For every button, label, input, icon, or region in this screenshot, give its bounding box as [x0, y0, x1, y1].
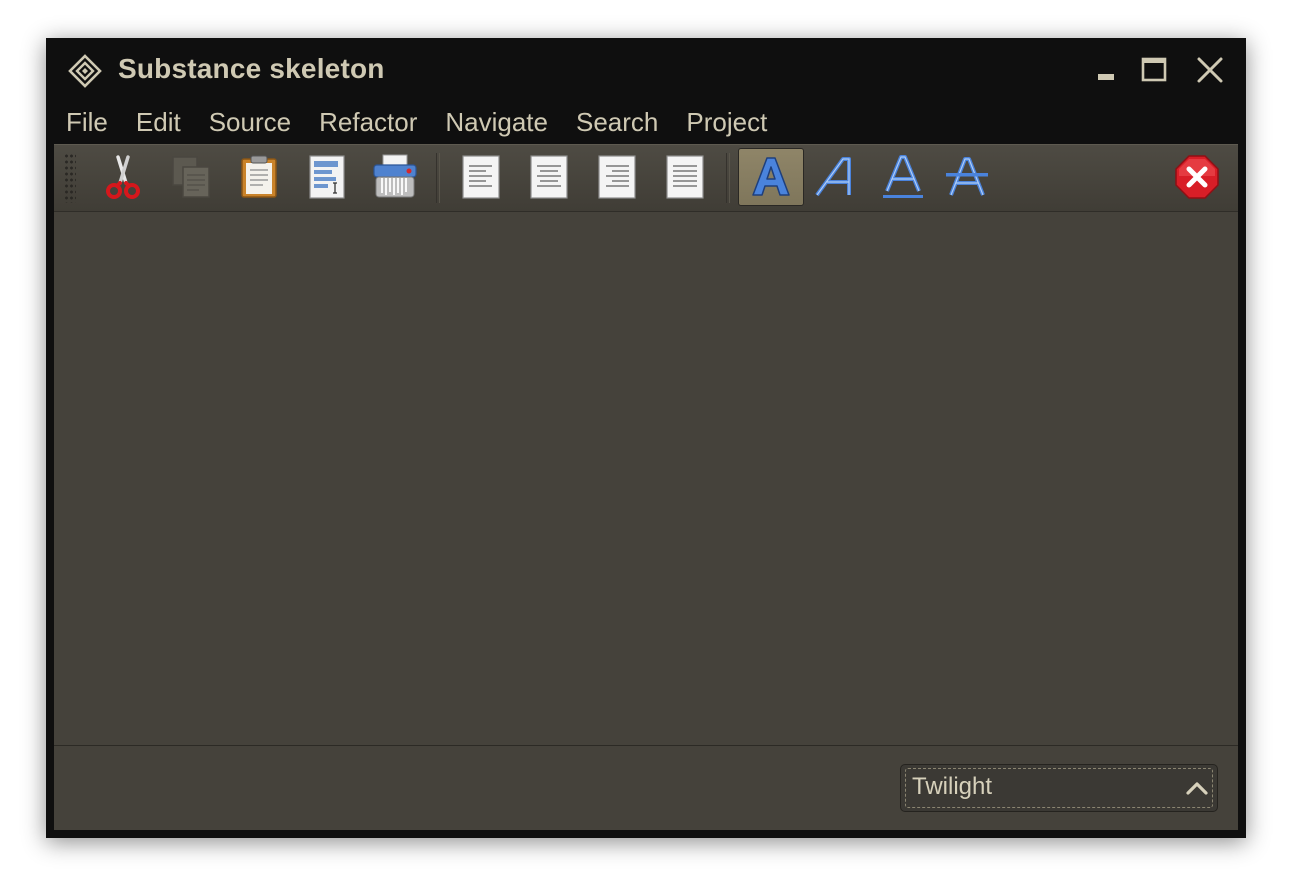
close-icon: [1197, 57, 1223, 83]
close-button[interactable]: [1194, 54, 1226, 86]
menu-bar: File Edit Source Refactor Navigate Searc…: [46, 100, 1246, 144]
align-left-button[interactable]: [450, 148, 512, 206]
strikethrough-text-icon: [946, 157, 988, 196]
toolbar-separator: [436, 153, 440, 203]
underline-text-icon: [883, 155, 923, 198]
bold-toggle-button[interactable]: [738, 148, 804, 206]
menu-source[interactable]: Source: [195, 100, 305, 144]
edit-document-button[interactable]: [296, 148, 358, 206]
app-window: Substance skeleton File Edit Source Refa…: [46, 38, 1246, 838]
maximize-icon: [1141, 57, 1167, 82]
copy-icon: [172, 156, 210, 198]
align-justify-icon: [666, 155, 704, 199]
italic-toggle-button[interactable]: [806, 148, 868, 206]
align-justify-button[interactable]: [654, 148, 716, 206]
toolbar-drag-handle[interactable]: [64, 153, 76, 203]
strikethrough-toggle-button[interactable]: [936, 148, 998, 206]
shredder-icon: [373, 154, 417, 198]
stop-button[interactable]: [1166, 148, 1228, 206]
menu-search[interactable]: Search: [562, 100, 672, 144]
italic-text-icon: [815, 157, 851, 197]
main-content-area: [54, 212, 1238, 745]
menu-project[interactable]: Project: [672, 100, 781, 144]
minimize-button[interactable]: [1090, 54, 1122, 86]
copy-button[interactable]: [160, 148, 222, 206]
align-right-icon: [598, 155, 636, 199]
stop-error-icon: [1175, 155, 1219, 199]
menu-refactor[interactable]: Refactor: [305, 100, 431, 144]
menu-edit[interactable]: Edit: [122, 100, 195, 144]
minimize-icon: [1098, 74, 1114, 80]
align-left-icon: [462, 155, 500, 199]
skin-selector-value: Twilight: [912, 773, 993, 800]
maximize-button[interactable]: [1138, 54, 1170, 86]
status-bar: Twilight: [54, 745, 1238, 830]
title-bar[interactable]: Substance skeleton: [46, 38, 1246, 100]
chevron-up-icon: [1186, 782, 1208, 795]
paste-button[interactable]: [228, 148, 290, 206]
app-diamond-icon: [68, 54, 102, 88]
align-center-icon: [530, 155, 568, 199]
underline-toggle-button[interactable]: [872, 148, 934, 206]
skin-selector-combobox[interactable]: Twilight: [900, 764, 1218, 812]
align-center-button[interactable]: [518, 148, 580, 206]
shredder-button[interactable]: [364, 148, 426, 206]
menu-navigate[interactable]: Navigate: [431, 100, 562, 144]
toolbar-separator: [726, 153, 730, 203]
cut-button[interactable]: [92, 148, 154, 206]
scissors-icon: [106, 155, 140, 199]
toolbar: [54, 144, 1238, 212]
menu-file[interactable]: File: [52, 100, 122, 144]
client-area: Twilight: [54, 144, 1238, 830]
document-edit-icon: [309, 155, 345, 199]
window-title: Substance skeleton: [118, 53, 385, 84]
align-right-button[interactable]: [586, 148, 648, 206]
bold-text-icon: [752, 157, 790, 196]
clipboard-icon: [241, 155, 277, 198]
